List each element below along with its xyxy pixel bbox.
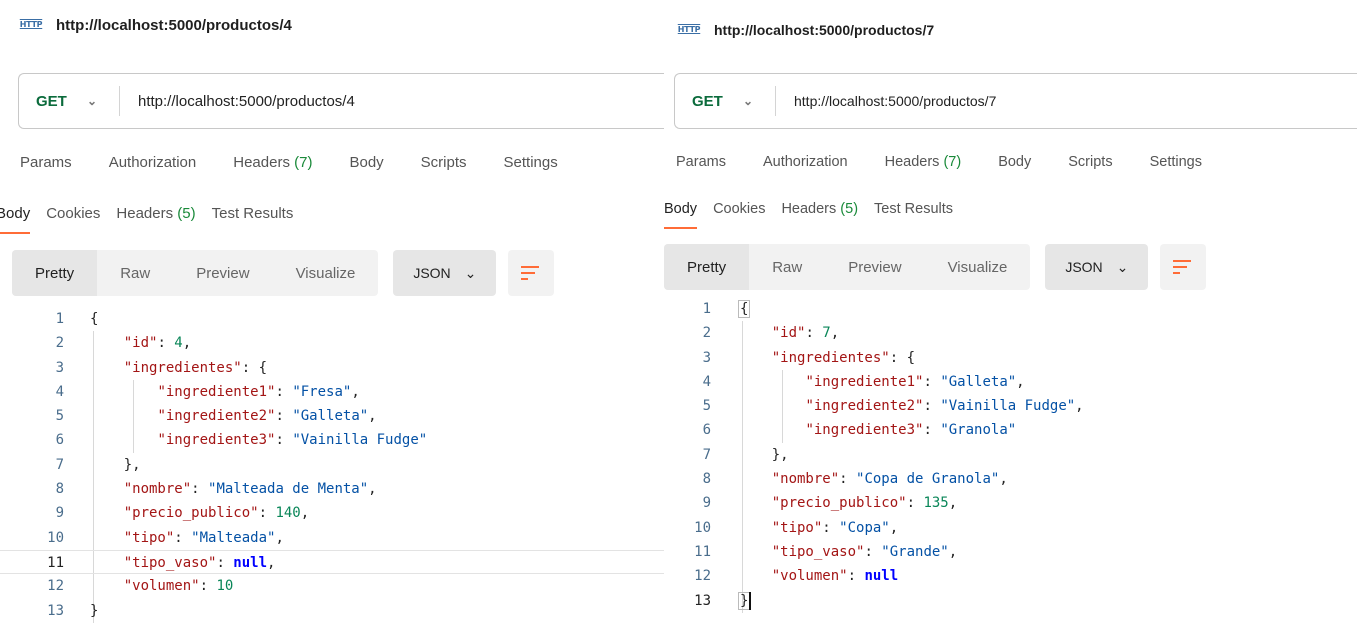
resp-tab-body[interactable]: Body [664,201,698,229]
format-select[interactable]: JSON ⌄ [393,250,497,296]
view-pretty[interactable]: Pretty [12,250,98,296]
view-preview[interactable]: Preview [173,250,272,296]
resp-tab-test-results[interactable]: Test Results [874,201,953,217]
tab-body[interactable]: Body [998,154,1031,170]
code-line: 9 "precio_publico": 135, [702,495,958,512]
code-line: 2 "id": 4, [55,335,192,352]
resp-tab-headers[interactable]: Headers (5) [781,201,858,217]
method-label: GET [36,92,67,110]
view-pretty[interactable]: Pretty [664,244,750,290]
headers-count: (7) [943,154,962,170]
request-tabs: Params Authorization Headers (7) Body Sc… [676,154,1239,170]
request-title-row: HTTP http://localhost:5000/productos/4 [20,13,292,37]
format-select[interactable]: JSON ⌄ [1045,244,1149,290]
url-input[interactable] [138,92,558,110]
code-line: 10 "tipo": "Malteada", [47,529,284,546]
code-line: 4 "ingrediente1": "Fresa", [55,383,360,400]
view-mode-group: Pretty Raw Preview Visualize [12,250,379,296]
code-line: 5 "ingrediente2": "Galleta", [55,408,377,425]
url-input[interactable] [794,93,1214,109]
code-line: 4 "ingrediente1": "Galleta", [702,373,1025,390]
code-line: 10 "tipo": "Copa", [694,519,899,536]
request-title[interactable]: http://localhost:5000/productos/4 [56,17,292,34]
code-line: 1{ [55,311,99,327]
http-icon: HTTP [677,25,701,34]
code-line: 3 "ingredientes": { [55,359,268,376]
view-mode-group: Pretty Raw Preview Visualize [664,244,1031,290]
resp-tab-headers[interactable]: Headers (5) [116,205,195,222]
tab-authorization[interactable]: Authorization [763,154,848,170]
code-line-active: 11 "tipo_vaso": null, [0,549,664,575]
tab-body[interactable]: Body [349,154,383,171]
format-label: JSON [413,265,451,281]
code-line: 13} [47,602,99,619]
request-title[interactable]: http://localhost:5000/productos/7 [714,22,934,38]
code-line: 7 }, [55,456,141,473]
view-preview[interactable]: Preview [825,244,924,290]
http-icon: HTTP [19,20,43,29]
code-line: 2 "id": 7, [702,325,840,342]
chevron-down-icon: ⌄ [742,94,753,108]
request-tabs: Params Authorization Headers (7) Body Sc… [20,154,595,171]
tab-settings[interactable]: Settings [1150,154,1202,170]
resp-headers-count: (5) [840,201,859,217]
code-line: 6 "ingrediente3": "Vainilla Fudge" [55,432,428,449]
code-line: 6 "ingrediente3": "Granola" [702,422,1017,439]
wrap-lines-icon [1173,260,1193,274]
wrap-lines-button[interactable] [1160,244,1207,290]
code-line: 1{ [702,300,751,318]
chevron-down-icon: ⌄ [464,264,477,281]
resp-tab-cookies[interactable]: Cookies [46,205,100,222]
wrap-lines-button[interactable] [508,250,555,296]
view-raw[interactable]: Raw [749,244,825,290]
resp-tab-body[interactable]: Body [0,205,31,234]
code-line: 8 "nombre": "Copa de Granola", [702,471,1008,488]
method-select[interactable]: GET ⌄ [675,74,775,128]
request-pane-right: HTTP http://localhost:5000/productos/7 G… [664,0,1357,641]
view-bar: Pretty Raw Preview Visualize JSON ⌄ [12,250,555,296]
resp-tab-test-results[interactable]: Test Results [212,205,294,222]
response-body[interactable]: 1{ 2 "id": 4, 3 "ingredientes": { 4 "ing… [0,307,664,623]
tab-params[interactable]: Params [676,154,726,170]
tab-scripts[interactable]: Scripts [421,154,467,171]
code-line: 11 "tipo_vaso": "Grande", [694,543,958,560]
response-tabs: Body Cookies Headers (5) Test Results [0,205,309,234]
format-label: JSON [1065,259,1103,275]
code-line: 12 "volumen": 10 [47,578,234,595]
code-line: 7 }, [702,446,789,463]
code-line: 5 "ingrediente2": "Vainilla Fudge", [702,398,1084,415]
url-divider [119,86,120,116]
view-visualize[interactable]: Visualize [273,250,379,296]
code-line-active: 13} [664,589,1357,613]
view-visualize[interactable]: Visualize [925,244,1031,290]
view-raw[interactable]: Raw [97,250,173,296]
tab-scripts[interactable]: Scripts [1068,154,1112,170]
tab-authorization[interactable]: Authorization [109,154,197,171]
view-bar: Pretty Raw Preview Visualize JSON ⌄ [664,244,1207,290]
wrap-lines-icon [521,266,541,280]
url-bar: GET ⌄ [674,73,1357,129]
url-bar: GET ⌄ [18,73,664,129]
request-title-row: HTTP http://localhost:5000/productos/7 [678,18,934,42]
resp-tab-cookies[interactable]: Cookies [713,201,765,217]
tab-headers[interactable]: Headers (7) [885,154,962,170]
resp-headers-count: (5) [177,205,196,222]
chevron-down-icon: ⌄ [86,94,97,108]
tab-settings[interactable]: Settings [504,154,558,171]
tab-headers[interactable]: Headers (7) [233,154,312,171]
headers-count: (7) [294,154,313,171]
response-tabs: Body Cookies Headers (5) Test Results [664,201,969,229]
chevron-down-icon: ⌄ [1116,258,1129,275]
code-line: 9 "precio_publico": 140, [55,505,310,522]
method-label: GET [692,92,723,110]
code-line: 12 "volumen": null [694,568,899,585]
url-divider [775,86,776,116]
method-select[interactable]: GET ⌄ [19,74,119,128]
text-cursor [749,591,752,610]
code-line: 3 "ingredientes": { [702,349,916,366]
code-line: 8 "nombre": "Malteada de Menta", [55,481,377,498]
tab-params[interactable]: Params [20,154,72,171]
response-body[interactable]: 1{ 2 "id": 7, 3 "ingredientes": { 4 "ing… [664,297,1357,613]
request-pane-left: HTTP http://localhost:5000/productos/4 G… [0,0,664,641]
